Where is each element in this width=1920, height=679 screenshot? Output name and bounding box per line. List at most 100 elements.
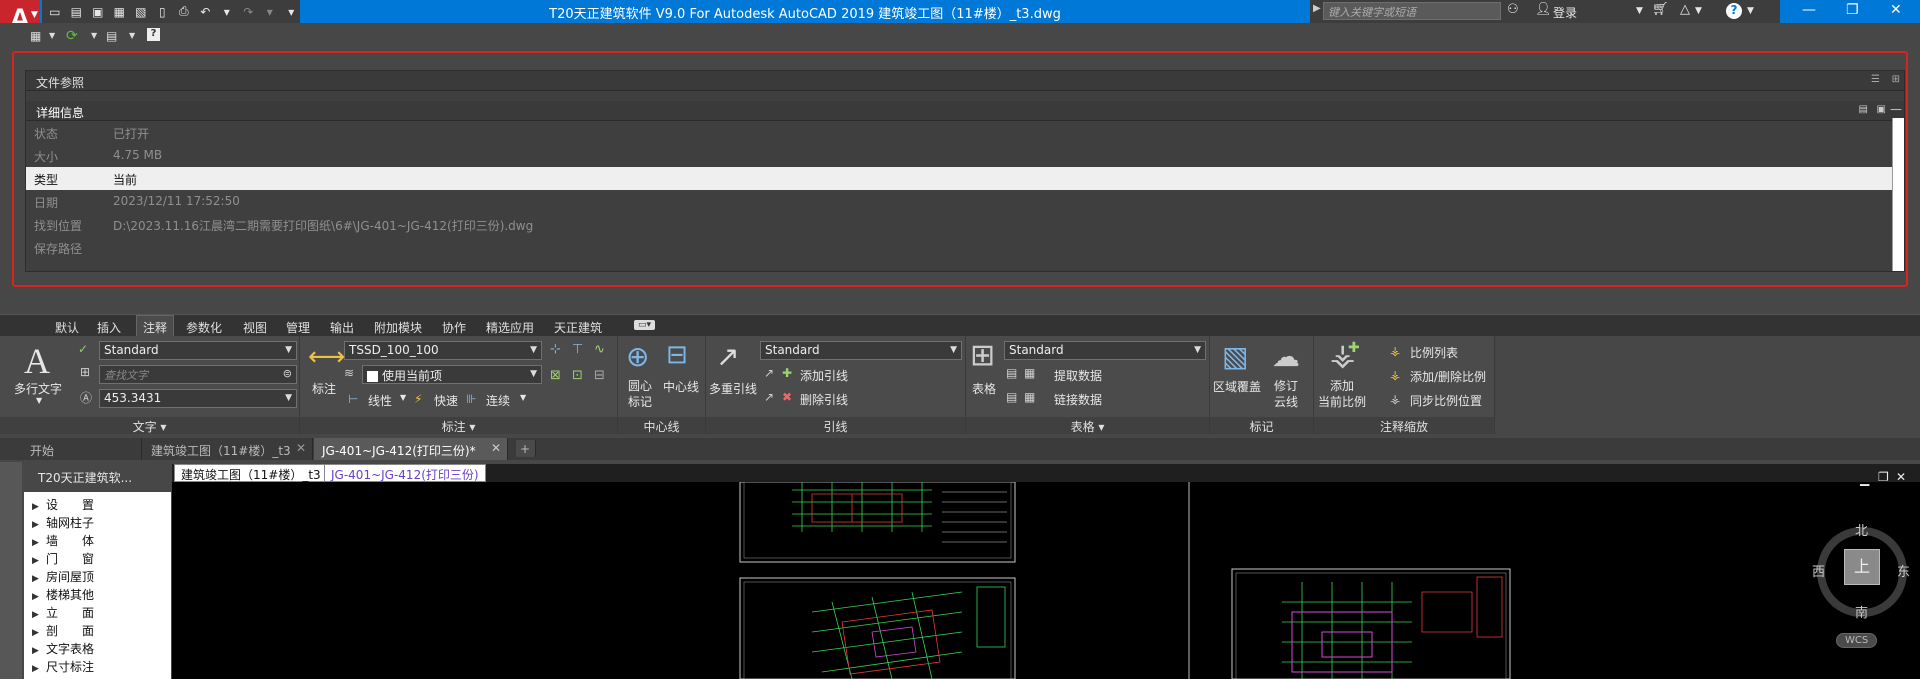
palette-item-elevation[interactable]: ▶ 立 面 [32,604,94,621]
palette-item-axis[interactable]: ▶ 轴网柱子 [32,514,94,531]
preview-view-icon[interactable]: ▣ [1877,104,1886,115]
tab-default[interactable]: 默认 [55,319,79,336]
wipeout-button[interactable]: 区域覆盖 [1213,378,1261,395]
viewcube-south[interactable]: 南 [1855,602,1868,621]
linear-dim-button[interactable]: 线性 [368,392,392,409]
detail-row-type[interactable]: 类型 当前 [26,167,1893,190]
centerline-button[interactable]: 中心线 [663,378,699,395]
continue-dropdown-icon[interactable]: ▼ [520,393,526,402]
continue-dim-button[interactable]: 连续 [486,392,510,409]
login-button[interactable]: 登录 [1553,4,1577,21]
revision-cloud-icon[interactable]: ☁︎ [1272,340,1300,373]
wipeout-icon[interactable]: ▧ [1222,340,1248,373]
collapse-details-icon[interactable]: — [1890,102,1902,116]
multileader-icon[interactable]: ↗ [716,340,739,373]
list-view-icon[interactable]: ☰ [1871,74,1880,85]
viewcube-west[interactable]: 西 [1812,561,1825,580]
viewcube-east[interactable]: 东 [1897,561,1910,580]
dim-tool-2-icon[interactable]: ⊤ [572,342,583,357]
autodesk-a360-icon[interactable]: △ [1680,2,1690,17]
viewport-close-icon[interactable]: ✕ [1896,470,1906,484]
find-text-input[interactable]: 查找文字 ⊜ [99,365,297,384]
viewport-minimize-icon[interactable]: ▁ [1860,472,1869,486]
leader-group-label[interactable]: 引线 [706,417,965,434]
detail-row-status[interactable]: 状态 已打开 [26,121,1893,144]
text-group-label[interactable]: 文字 ▾ [0,417,299,434]
text-height-select[interactable]: 453.3431 ▼ [99,389,297,408]
save-as-icon[interactable]: ▦ [111,4,129,20]
ribbon-display-toggle-icon[interactable]: ▭▾ [634,320,656,330]
multileader-button[interactable]: 多重引线 [709,380,757,397]
tab-tangent[interactable]: 天正建筑 [554,319,602,336]
sync-scale-position-button[interactable]: 同步比例位置 [1410,392,1482,409]
palette-item-room-roof[interactable]: ▶ 房间屋顶 [32,568,94,585]
attach-icon[interactable]: ▤ [106,29,117,43]
palette-item-stairs[interactable]: ▶ 楼梯其他 [32,586,94,603]
dim-style-select[interactable]: TSSD_100_100 ▼ [344,341,542,360]
viewcube-top-face[interactable]: 上 [1844,549,1880,585]
text-style-select[interactable]: Standard ▼ [99,341,297,360]
multiline-text-dropdown-icon[interactable]: ▼ [36,396,42,405]
detail-row-date[interactable]: 日期 2023/12/11 17:52:50 [26,190,1893,213]
add-current-scale-button[interactable]: 添加 当前比例 [1318,378,1366,410]
attach-dropdown-icon[interactable]: ▼ [129,31,135,40]
tab-insert[interactable]: 插入 [97,319,121,336]
detail-row-saved-path[interactable]: 保存路径 [26,236,1893,259]
details-view-icon[interactable]: ▤ [1859,104,1868,115]
close-icon[interactable]: ✕ [1890,2,1902,18]
viewport-restore-icon[interactable]: ❐ [1878,470,1889,484]
dimension-button[interactable]: 标注 [312,380,336,397]
drawing-canvas[interactable]: ▁ ❐ ✕ 上 北 南 东 西 WCS [172,470,1920,679]
layout-dropdown-icon[interactable]: ▼ [49,31,55,40]
tab-view[interactable]: 视图 [243,319,267,336]
tab-doc-2[interactable]: JG-401~JG-412(打印三份)* ✕ [314,438,508,460]
help-icon[interactable]: ? [1726,3,1742,19]
help-dropdown-icon[interactable]: ▼ [1747,6,1754,16]
center-mark-button[interactable]: 圆心 标记 [628,378,652,410]
redo-dropdown-icon[interactable]: ▾ [261,4,279,20]
tab-manage[interactable]: 管理 [286,319,310,336]
cloud-open-icon[interactable]: ▧ [132,4,150,20]
new-file-icon[interactable]: ▭ [46,4,64,20]
tab-annotate[interactable]: 注释 [136,315,175,337]
wcs-menu[interactable]: WCS [1836,633,1878,648]
dim-tool-6-icon[interactable]: ⊟ [594,368,605,383]
leader-style-select[interactable]: Standard ▼ [760,341,962,360]
refresh-icon[interactable]: ⟳ [66,28,78,44]
tab-collaborate[interactable]: 协作 [442,319,466,336]
center-mark-icon[interactable]: ⊕ [626,340,649,373]
layout-icon[interactable]: ▦ [30,29,41,43]
detail-row-found-at[interactable]: 找到位置 D:\2023.11.16江晨湾二期需要打印图纸\6#\JG-401~… [26,213,1893,236]
help-small-icon[interactable]: ? [147,28,160,41]
tab-featured-apps[interactable]: 精选应用 [486,319,534,336]
tab-output[interactable]: 输出 [330,319,354,336]
close-tab-icon[interactable]: ✕ [296,441,306,455]
centerline-icon[interactable]: ⊟ [666,340,688,370]
dimension-icon[interactable]: ⟷ [308,342,345,372]
print-icon[interactable]: ⎙ [175,4,193,20]
palette-side-strip[interactable] [0,462,22,679]
details-scrollbar[interactable] [1892,118,1904,271]
viewcube-north[interactable]: 北 [1855,520,1868,539]
tab-addins[interactable]: 附加模块 [374,319,422,336]
multiline-text-button[interactable]: 多行文字 [14,380,62,397]
restore-icon[interactable]: ❐ [1846,2,1859,18]
quick-dim-button[interactable]: 快速 [434,392,458,409]
dim-tool-3-icon[interactable]: ∿ [594,342,605,357]
binoculars-icon[interactable]: ⚇ [1507,2,1519,17]
scale-list-button[interactable]: 比例列表 [1410,344,1458,361]
table-icon[interactable]: ⊞ [970,338,995,373]
detail-row-size[interactable]: 大小 4.75 MB [26,144,1893,167]
palette-item-settings[interactable]: ▶ 设 置 [32,496,94,513]
drawing-tab-1[interactable]: 建筑竣工图（11#楼）_t3 [174,464,328,482]
add-remove-scale-button[interactable]: 添加/删除比例 [1410,368,1486,385]
dim-tool-5-icon[interactable]: ⊡ [572,368,583,383]
minimize-icon[interactable]: — [1802,2,1816,18]
table-style-select[interactable]: Standard ▼ [1004,341,1206,360]
undo-icon[interactable]: ↶ [197,4,215,20]
tab-parametric[interactable]: 参数化 [186,319,222,336]
drawing-tab-2[interactable]: JG-401~JG-412(打印三份) [324,464,486,482]
new-tab-button[interactable]: + [516,440,536,457]
palette-item-section[interactable]: ▶ 剖 面 [32,622,94,639]
extract-data-button[interactable]: 提取数据 [1054,367,1102,384]
